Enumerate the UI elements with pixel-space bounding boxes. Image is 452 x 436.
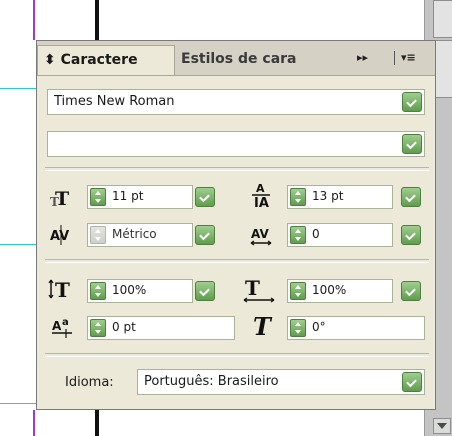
tracking-value: 0 [312, 227, 320, 241]
text-frame-edge [95, 0, 99, 40]
leading-value: 13 pt [312, 189, 344, 203]
font-style-dropdown[interactable] [47, 131, 425, 157]
baseline-shift-stepper[interactable] [90, 319, 106, 337]
chevron-down-icon[interactable] [401, 187, 421, 207]
language-dropdown[interactable]: Português: Brasileiro [137, 369, 425, 395]
font-family-dropdown[interactable]: Times New Roman [47, 89, 425, 115]
horizontal-scale-stepper[interactable] [290, 282, 306, 300]
scroll-track [433, 0, 452, 38]
kerning-value: Métrico [112, 227, 157, 241]
font-size-stepper[interactable] [90, 188, 106, 206]
svg-text:AV: AV [251, 227, 269, 241]
skew-field[interactable]: 0° [287, 316, 425, 340]
divider [394, 51, 395, 65]
scroll-down-arrow[interactable] [433, 418, 451, 434]
tab-label: Caractere [60, 52, 138, 68]
vertical-scale-stepper[interactable] [90, 282, 106, 300]
font-size-combobox[interactable]: 11 pt [87, 185, 193, 209]
language-value: Português: Brasileiro [144, 374, 279, 389]
font-size-value: 11 pt [112, 189, 144, 203]
skew-stepper[interactable] [290, 319, 306, 337]
svg-text:IA: IA [254, 196, 269, 211]
tracking-icon: AV [249, 223, 275, 247]
svg-text:T: T [245, 277, 260, 300]
baseline-shift-field[interactable]: 0 pt [87, 316, 235, 340]
leading-stepper[interactable] [290, 188, 306, 206]
svg-text:AV: AV [50, 229, 69, 244]
baseline-shift-value: 0 pt [112, 320, 136, 334]
chevron-down-icon[interactable] [402, 134, 422, 154]
chevron-down-icon[interactable] [195, 225, 215, 245]
chevron-down-icon[interactable] [195, 281, 215, 301]
kerning-stepper[interactable] [90, 226, 106, 244]
chevron-down-icon[interactable] [401, 281, 421, 301]
tracking-combobox[interactable]: 0 [287, 223, 393, 247]
tracking-stepper[interactable] [290, 226, 306, 244]
skew-value: 0° [312, 320, 326, 334]
panel-tab-bar: ⬍ Caractere Estilos de cara ▸▸ ▾≡ [37, 41, 435, 76]
tab-label: Estilos de cara [181, 51, 297, 67]
divider [45, 353, 429, 357]
frame-edge-line [33, 0, 35, 40]
tab-caractere[interactable]: ⬍ Caractere [37, 45, 175, 75]
tab-estilos-caractere[interactable]: Estilos de cara [175, 45, 309, 75]
font-size-icon: TT [49, 185, 75, 210]
expand-icon[interactable]: ▸▸ [357, 51, 368, 64]
divider [45, 259, 429, 263]
leading-icon: A IA [249, 181, 275, 211]
horizontal-scale-value: 100% [312, 283, 347, 297]
svg-text:T: T [55, 188, 69, 209]
guide-line [0, 403, 36, 404]
guide-line [0, 244, 36, 245]
baseline-shift-icon: Aa [51, 315, 77, 339]
frame-edge-line [33, 410, 35, 436]
updown-icon: ⬍ [44, 52, 56, 68]
leading-combobox[interactable]: 13 pt [287, 185, 393, 209]
kerning-icon: AV [49, 223, 75, 247]
chevron-down-icon[interactable] [195, 187, 215, 207]
chevron-down-icon[interactable] [402, 372, 422, 392]
skew-icon: T [251, 312, 277, 341]
chevron-down-icon[interactable] [402, 92, 422, 112]
divider [45, 167, 429, 171]
text-frame-edge [95, 410, 99, 436]
panel-menu-icon[interactable]: ▾≡ [401, 51, 416, 64]
horizontal-scale-combobox[interactable]: 100% [287, 279, 393, 303]
svg-text:T: T [55, 278, 70, 301]
svg-text:T: T [253, 313, 273, 339]
character-panel: ⬍ Caractere Estilos de cara ▸▸ ▾≡ Times … [36, 40, 436, 410]
svg-text:A: A [256, 182, 265, 195]
vertical-scale-icon: T [47, 277, 73, 302]
kerning-combobox[interactable]: Métrico [87, 223, 193, 247]
horizontal-scale-icon: T [241, 276, 277, 303]
guide-line [0, 88, 36, 89]
font-family-value: Times New Roman [54, 94, 175, 109]
language-label: Idioma: [65, 375, 114, 390]
svg-text:A: A [52, 319, 62, 333]
svg-text:a: a [62, 317, 69, 328]
vertical-scale-value: 100% [112, 283, 147, 297]
chevron-down-icon[interactable] [401, 225, 421, 245]
chevron-down-icon [437, 423, 447, 429]
vertical-scale-combobox[interactable]: 100% [87, 279, 193, 303]
